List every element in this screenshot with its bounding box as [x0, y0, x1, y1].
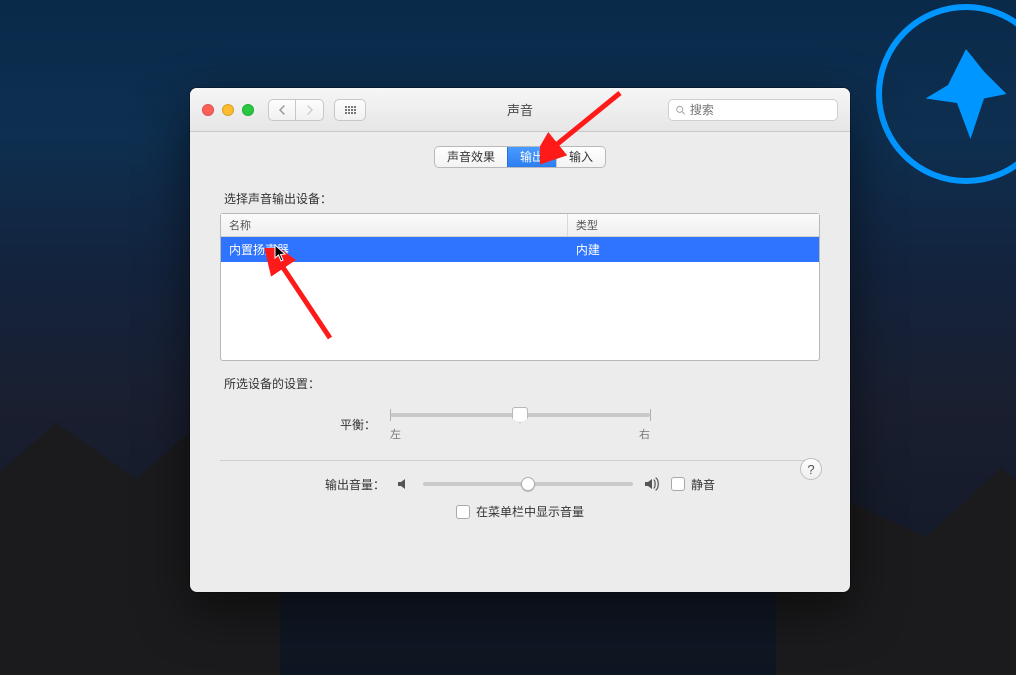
show-in-menubar-label: 在菜单栏中显示音量: [476, 503, 584, 520]
window-traffic-lights: [202, 104, 254, 116]
help-button[interactable]: ?: [800, 458, 822, 480]
search-icon: [675, 104, 686, 116]
balance-slider[interactable]: [390, 406, 650, 424]
select-device-label: 选择声音输出设备：: [224, 190, 820, 207]
volume-slider-thumb[interactable]: [521, 477, 535, 491]
zoom-button[interactable]: [242, 104, 254, 116]
table-header: 名称 类型: [221, 214, 819, 237]
mute-checkbox[interactable]: [671, 477, 685, 491]
balance-right-label: 右: [639, 426, 650, 442]
tab-input[interactable]: 输入: [556, 147, 605, 167]
speaker-low-icon: [395, 475, 413, 493]
nav-back-forward: [268, 99, 324, 121]
minimize-button[interactable]: [222, 104, 234, 116]
balance-slider-thumb[interactable]: [512, 407, 528, 423]
tab-output[interactable]: 输出: [507, 147, 556, 167]
close-button[interactable]: [202, 104, 214, 116]
selected-device-settings-label: 所选设备的设置：: [224, 375, 820, 392]
show-all-button[interactable]: [334, 99, 366, 121]
output-volume-label: 输出音量：: [325, 476, 385, 493]
separator: [220, 460, 820, 461]
mute-label: 静音: [691, 476, 715, 493]
window-titlebar: 声音: [190, 88, 850, 132]
forward-button[interactable]: [296, 99, 324, 121]
device-type-cell: 内建: [568, 237, 819, 262]
grid-icon: [345, 106, 356, 114]
desktop-logo: [876, 4, 1016, 184]
column-header-type[interactable]: 类型: [568, 214, 819, 236]
content-area: 选择声音输出设备： 名称 类型 内置扬声器 内建 所选设备的设置： 平衡：: [190, 168, 850, 520]
speaker-high-icon: [643, 475, 661, 493]
search-field[interactable]: [668, 99, 838, 121]
output-volume-slider[interactable]: [423, 475, 633, 493]
balance-label: 平衡：: [266, 416, 376, 433]
column-header-name[interactable]: 名称: [221, 214, 568, 236]
device-name-cell: 内置扬声器: [221, 237, 568, 262]
back-button[interactable]: [268, 99, 296, 121]
volume-row: 输出音量： 静音: [220, 475, 820, 493]
search-input[interactable]: [690, 103, 831, 117]
table-row[interactable]: 内置扬声器 内建: [221, 237, 819, 262]
sound-preferences-window: 声音 声音效果 输出 输入 选择声音输出设备： 名称 类型 内置扬声器 内建 所…: [190, 88, 850, 592]
tab-sound-effects[interactable]: 声音效果: [435, 147, 507, 167]
balance-left-label: 左: [390, 426, 401, 442]
balance-row: 平衡： 左 右: [220, 406, 820, 442]
show-in-menubar-row: 在菜单栏中显示音量: [220, 503, 820, 520]
output-device-table[interactable]: 名称 类型 内置扬声器 内建: [220, 213, 820, 361]
show-in-menubar-checkbox[interactable]: [456, 505, 470, 519]
tabs-segmented-control: 声音效果 输出 输入: [190, 146, 850, 168]
